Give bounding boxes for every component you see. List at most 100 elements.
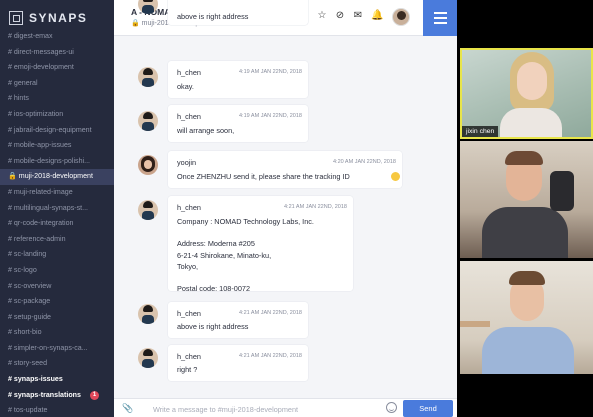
sidebar-channel-item[interactable]: # muji-related-image [0,185,114,201]
author-avatar[interactable] [138,348,158,368]
attachment-icon[interactable]: ⊘ [335,11,345,21]
sidebar: SYNAPS # digest-emax # direct-messages-ui… [0,0,114,417]
sidebar-channel-item[interactable]: # setup-guide [0,310,114,326]
user-avatar[interactable] [392,8,410,26]
channel-label: # short-bio [8,328,42,337]
video-call-panel: jixin chen [457,0,593,417]
channel-label: # setup-guide [8,312,51,321]
sidebar-channel-item[interactable]: # direct-messages-ui [0,45,114,61]
message-input[interactable] [153,403,383,415]
sidebar-channel-item[interactable]: # hints [0,91,114,107]
sidebar-channel-item[interactable]: # sc-landing [0,247,114,263]
channel-label: # digest-emax [8,32,53,40]
message-author[interactable]: h_chen [177,309,201,318]
sidebar-channel-item[interactable]: # digest-emax [0,29,114,45]
message-timestamp: 4:21 AM JAN 22ND, 2018 [239,310,302,316]
sidebar-channel-item[interactable]: # tos-update [0,403,114,417]
channel-label: # synaps-issues [8,375,63,384]
chat-panel: A - NOMAD LABS TEAM▼ 🔒 muji-2018-develop… [114,0,457,417]
app-window: SYNAPS # digest-emax # direct-messages-ui… [0,0,593,417]
author-avatar[interactable] [138,200,158,220]
participant-body [500,108,562,137]
sidebar-channel-item[interactable]: # reference-admin [0,232,114,248]
channel-label: # general [8,78,38,87]
channel-label: # jabrail-design-equipment [8,125,92,134]
header-actions: ☆ ⊘ ✉ 🔔 [317,11,389,21]
channel-label: # story-seed [8,359,48,368]
participant-body [482,207,568,258]
message-text: above is right address [177,12,249,21]
sidebar-channel-item[interactable]: # synaps-issues [0,372,114,388]
channel-label: # synaps-translations [8,390,81,399]
message-bubble: h_chen 4:21 AM JAN 22ND, 2018 Company : NO… [168,196,353,293]
sidebar-channel-item[interactable]: # sc-package [0,294,114,310]
message-composer: 📎 Send [114,398,457,417]
author-avatar[interactable] [138,155,158,175]
sidebar-channel-item[interactable]: # sc-overview [0,279,114,295]
send-button[interactable]: Send [403,400,453,417]
sidebar-channel-item[interactable]: # jabrail-design-equipment [0,123,114,139]
hamburger-icon [434,12,447,14]
message-text: will arrange soon, [177,126,235,135]
message-author[interactable]: h_chen [177,112,201,121]
channel-label: # sc-package [8,297,51,306]
message-bubble: h_chen 4:19 AM JAN 22ND, 2018 will arrange… [168,105,308,142]
video-tile-participant-1[interactable]: jixin chen [460,48,593,139]
message-author[interactable]: h_chen [177,203,201,212]
author-avatar[interactable] [138,304,158,324]
video-tile-participant-3[interactable] [460,261,593,374]
paperclip-icon[interactable]: 📎 [122,403,133,414]
brand-name: SYNAPS [29,11,88,25]
message-author[interactable]: h_chen [177,68,201,77]
message-timestamp: 4:19 AM JAN 22ND, 2018 [239,69,302,75]
channel-label: # direct-messages-ui [8,47,74,56]
message-timestamp: 4:21 AM JAN 22ND, 2018 [239,353,302,359]
sidebar-channel-item[interactable]: # sc-logo [0,263,114,279]
sidebar-channel-item[interactable]: # synaps-translations 1 [0,388,114,404]
shelf [460,321,490,327]
participant-name: jixin chen [462,126,499,137]
author-avatar[interactable] [138,67,158,87]
brand[interactable]: SYNAPS [9,10,87,26]
sidebar-channel-item[interactable]: # mobile-app-issues [0,138,114,154]
participant-hair [505,151,543,165]
channel-label: # multilingual-synaps-st... [8,203,89,212]
channel-label: # muji-related-image [8,187,73,196]
message-bubble: above is right address [168,0,308,25]
channel-label: # mobile-designs-polishi... [8,156,91,165]
channel-label: # emoji-development [8,63,74,72]
channel-label: # tos-update [8,406,48,415]
message-bubble: h_chen 4:19 AM JAN 22ND, 2018 okay. [168,61,308,98]
message-author[interactable]: h_chen [177,352,201,361]
star-icon[interactable]: ☆ [317,11,327,21]
synaps-logo-icon [9,11,23,25]
channel-label: 🔒 muji-2018-development [8,172,93,181]
sidebar-channel-item[interactable]: # emoji-development [0,60,114,76]
sidebar-channel-item[interactable]: 🔒 muji-2018-development [0,169,114,185]
sidebar-channel-item[interactable]: # ios-optimization [0,107,114,123]
sidebar-channel-item[interactable]: # short-bio [0,325,114,341]
unread-badge: 1 [90,390,99,400]
message-text: okay. [177,82,194,91]
message-bubble: yoojin 4:20 AM JAN 22ND, 2018 Once ZHENZHU… [168,151,402,188]
message-timestamp: 4:19 AM JAN 22ND, 2018 [239,113,302,119]
sidebar-channel-item[interactable]: # simpler-on-synaps-ca... [0,341,114,357]
participant-face [517,62,547,100]
mail-icon[interactable]: ✉ [353,11,363,21]
sidebar-channel-item[interactable]: # general [0,76,114,92]
message-text: right ? [177,365,198,374]
lock-icon: 🔒 [131,20,140,27]
message-author[interactable]: yoojin [177,158,196,167]
author-avatar[interactable] [138,111,158,131]
video-tile-participant-2[interactable] [460,141,593,258]
menu-button[interactable] [423,0,457,36]
sidebar-channel-item[interactable]: # story-seed [0,356,114,372]
channel-label: # sc-landing [8,250,47,259]
bell-icon[interactable]: 🔔 [371,11,383,21]
sidebar-channel-item[interactable]: # qr-code-integration [0,216,114,232]
smile-emoji-icon [391,172,400,181]
channel-label: # sc-logo [8,265,37,274]
emoji-icon[interactable] [386,402,397,413]
sidebar-channel-item[interactable]: # mobile-designs-polishi... [0,154,114,170]
sidebar-channel-item[interactable]: # multilingual-synaps-st... [0,201,114,217]
